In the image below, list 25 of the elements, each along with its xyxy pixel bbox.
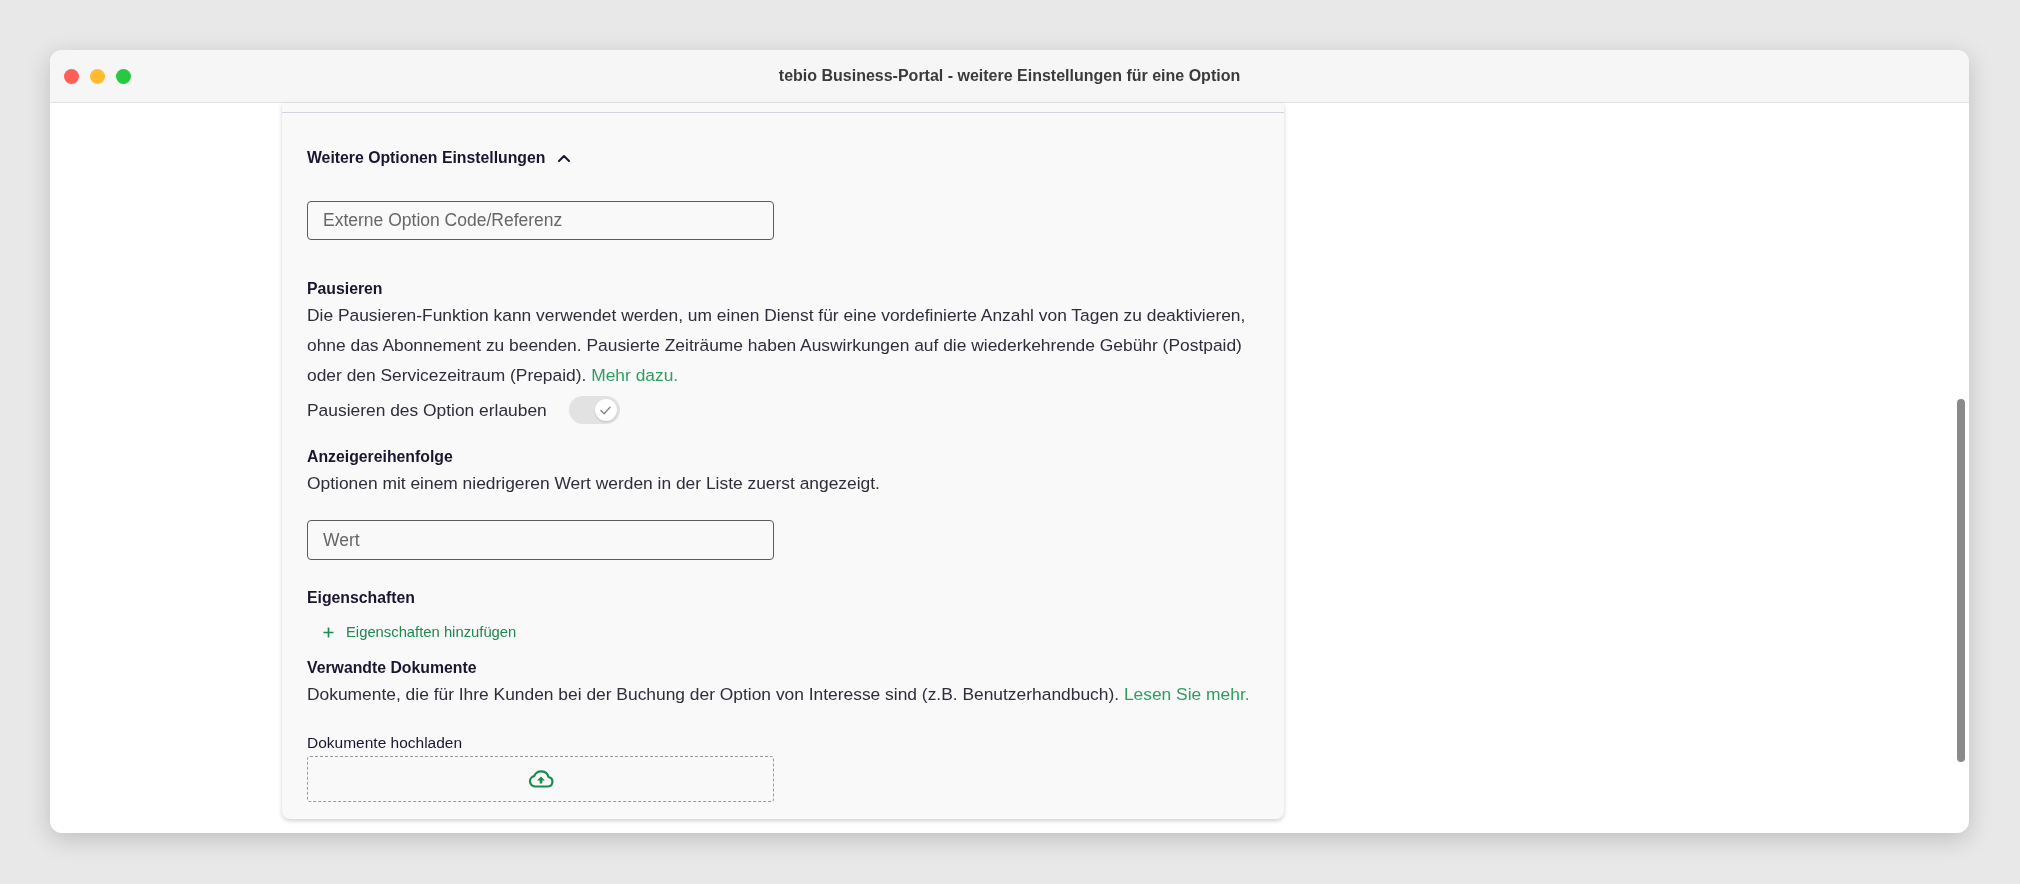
maximize-icon[interactable] (116, 68, 131, 84)
upload-dropzone[interactable] (307, 756, 774, 802)
display-order-description: Optionen mit einem niedrigeren Wert werden in der Liste zuerst angezeigt. (307, 472, 881, 495)
properties-heading: Eigenschaften (307, 588, 416, 608)
read-more-link[interactable]: Lesen Sie mehr. (1123, 684, 1250, 704)
close-icon[interactable] (64, 68, 79, 84)
pause-description: Die Pausieren-Funktion kann verwendet werden, um einen Dienst für eine vordefinierte Anzahl von Tagen zu deaktivieren, ohne das Abonnement zu beenden. Pausierte Zeiträume haben Auswirkungen auf die wiederkehrende Gebühr (Postpaid) oder den Servicezeitraum (Prepaid). Mehr dazu. (307, 304, 1247, 387)
plus-icon (323, 626, 334, 638)
minimize-icon[interactable] (90, 68, 105, 84)
chevron-up-icon[interactable] (558, 154, 571, 162)
add-properties-button[interactable]: Eigenschaften hinzufügen (323, 620, 517, 644)
documents-description: Dokumente, die für Ihre Kunden bei der Buchung der Option von Interesse sind (z.B. Benutzerhandbuch). Lesen Sie mehr. (307, 683, 1251, 706)
scrollbar-thumb[interactable] (1957, 399, 1965, 762)
toggle-label: Pausieren des Option erlauben (307, 398, 547, 422)
documents-heading: Verwandte Dokumente (307, 658, 478, 678)
display-order-heading: Anzeigereihenfolge (307, 447, 454, 467)
external-code-field[interactable]: Externe Option Code/Referenz (307, 201, 774, 240)
pause-heading: Pausieren (307, 279, 384, 299)
window-title: tebio Business-Portal - weitere Einstellungen für eine Option (778, 66, 1241, 86)
check-icon (594, 399, 617, 421)
value-field[interactable]: Wert (307, 520, 774, 560)
more-info-link[interactable]: Mehr dazu. (591, 365, 679, 385)
section-title: Weitere Optionen Einstellungen (307, 148, 546, 169)
upload-label: Dokumente hochladen (307, 734, 463, 752)
cloud-upload-icon (527, 770, 554, 788)
